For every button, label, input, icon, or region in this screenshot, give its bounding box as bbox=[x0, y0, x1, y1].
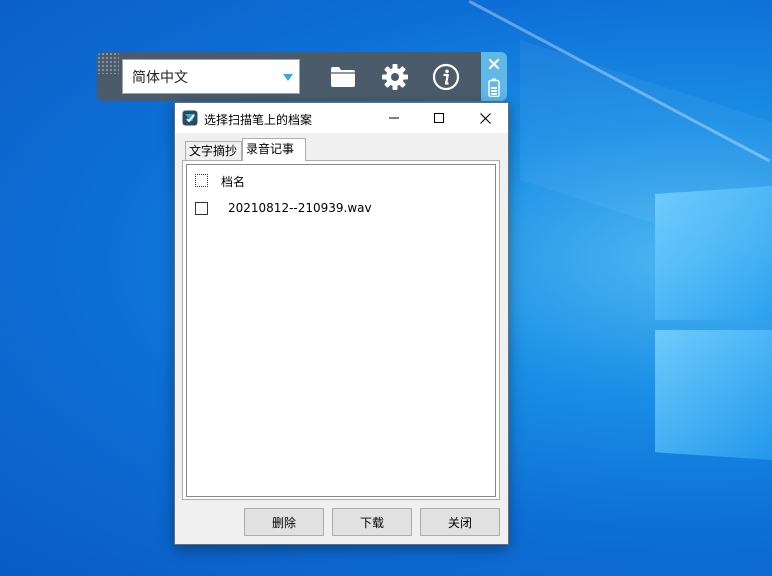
dialog-title: 选择扫描笔上的档案 bbox=[204, 113, 313, 127]
window-close-button[interactable] bbox=[462, 103, 508, 133]
scanner-toolbar: 简体中文 bbox=[97, 52, 507, 101]
maximize-button[interactable] bbox=[416, 103, 462, 133]
windows-logo-pane bbox=[655, 330, 772, 460]
battery-icon bbox=[488, 78, 500, 98]
dialog-titlebar[interactable]: 选择扫描笔上的档案 bbox=[175, 103, 508, 133]
grip-icon[interactable] bbox=[97, 52, 119, 74]
column-header-filename: 档名 bbox=[221, 175, 246, 189]
language-select[interactable]: 简体中文 bbox=[122, 59, 300, 94]
file-list: 档名 20210812--210939.wav bbox=[186, 164, 496, 497]
windows-logo-pane bbox=[655, 186, 772, 320]
file-checkbox[interactable] bbox=[195, 202, 208, 215]
language-select-value: 简体中文 bbox=[132, 69, 188, 86]
dropdown-arrow-icon bbox=[283, 74, 293, 81]
toolbar-side-strip bbox=[481, 52, 507, 101]
info-icon[interactable] bbox=[431, 62, 461, 92]
tab-label: 文字摘抄 bbox=[189, 144, 238, 158]
download-button[interactable]: 下载 bbox=[332, 508, 412, 536]
delete-button[interactable]: 删除 bbox=[244, 508, 324, 536]
minimize-icon bbox=[389, 117, 399, 119]
close-icon bbox=[479, 112, 491, 124]
file-name: 20210812--210939.wav bbox=[228, 201, 372, 215]
gear-icon[interactable] bbox=[380, 62, 410, 92]
select-all-checkbox[interactable] bbox=[195, 174, 208, 187]
list-item[interactable]: 20210812--210939.wav bbox=[187, 193, 495, 219]
tab-label: 录音记事 bbox=[246, 142, 295, 156]
maximize-icon bbox=[434, 113, 444, 123]
file-select-dialog: 选择扫描笔上的档案 文字摘抄 录音记事 档名 20210812--210939.… bbox=[174, 102, 509, 545]
folder-icon[interactable] bbox=[328, 62, 358, 92]
close-icon[interactable] bbox=[487, 57, 501, 71]
tab-panel: 档名 20210812--210939.wav bbox=[182, 160, 500, 500]
tab-voice-memo[interactable]: 录音记事 bbox=[242, 138, 306, 161]
app-icon bbox=[182, 110, 198, 126]
minimize-button[interactable] bbox=[371, 103, 417, 133]
close-button[interactable]: 关闭 bbox=[420, 508, 500, 536]
tab-text-excerpt[interactable]: 文字摘抄 bbox=[185, 141, 242, 160]
